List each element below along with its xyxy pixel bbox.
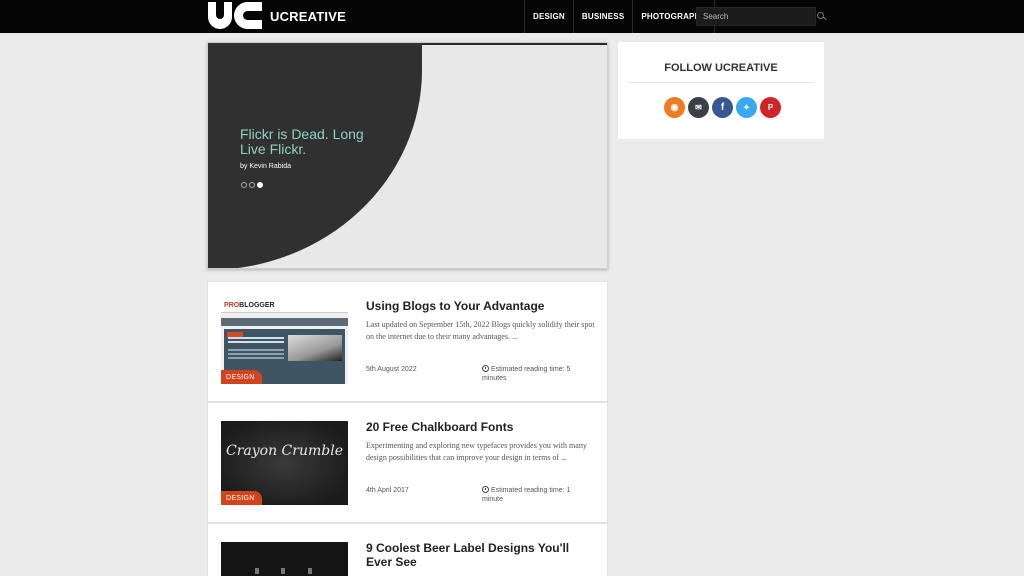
post-excerpt: Experimenting and exploring new typeface… — [366, 441, 587, 462]
ucreative-logo[interactable] — [208, 2, 262, 31]
reading-time-text: Estimated reading time: 5 minutes — [482, 366, 571, 382]
main-nav: DESIGN BUSINESS PHOTOGRAPHY — [524, 0, 716, 33]
reading-time: Estimated reading time: 5 minutes — [482, 365, 592, 383]
thumb-logo-text: PROBLOGGER — [224, 302, 275, 309]
logo-letter-c — [234, 2, 262, 29]
facebook-icon[interactable]: f — [712, 97, 733, 118]
thumb-bottle — [308, 568, 312, 574]
pinterest-icon[interactable]: P — [760, 97, 781, 118]
logo-letter-u — [208, 2, 232, 29]
slider-dot-1[interactable] — [241, 182, 247, 188]
post-title[interactable]: Using Blogs to Your Advantage — [366, 299, 596, 313]
thumb-red-tag — [227, 332, 243, 337]
post-card: PROBLOGGER DESIGN Using Blogs to Your Ad… — [207, 281, 608, 402]
search-icon[interactable] — [813, 9, 824, 25]
reading-time-text: Estimated reading time: 1 minute — [482, 487, 571, 503]
thumb-logo-pro: PRO — [224, 302, 240, 309]
category-badge[interactable]: DESIGN — [221, 491, 262, 505]
top-navigation-bar: UCREATIVE DESIGN BUSINESS PHOTOGRAPHY — [0, 0, 1024, 33]
slide-byline: by Kevin Rabida — [240, 163, 291, 170]
post-card: Crayon Crumble DESIGN 20 Free Chalkboard… — [207, 402, 608, 523]
nav-design[interactable]: DESIGN — [524, 0, 573, 33]
post-title[interactable]: 9 Coolest Beer Label Designs You'll Ever… — [366, 541, 596, 569]
clock-icon — [482, 486, 489, 493]
thumb-chalk-text: Crayon Crumble — [226, 443, 343, 459]
reading-time: Estimated reading time: 1 minute — [482, 486, 592, 504]
clock-icon — [482, 365, 489, 372]
twitter-icon[interactable]: ✦ — [736, 97, 757, 118]
slider-dot-3[interactable] — [257, 182, 263, 188]
thumb-menu-bar — [221, 318, 348, 326]
thumb-site-header: PROBLOGGER — [221, 300, 348, 313]
slide-title[interactable]: Flickr is Dead. Long Live Flickr. — [240, 127, 380, 157]
post-excerpt: Last updated on September 15th, 2022 Blo… — [366, 320, 595, 341]
search-box — [696, 7, 824, 26]
follow-title: FOLLOW UCREATIVE — [664, 62, 778, 74]
nav-business[interactable]: BUSINESS — [572, 0, 633, 33]
post-thumbnail[interactable]: PROBLOGGER DESIGN — [221, 300, 348, 384]
rss-icon[interactable]: ◉ — [664, 97, 685, 118]
social-links: ◉ ✉ f ✦ P — [664, 97, 781, 118]
follow-widget: FOLLOW UCREATIVE ◉ ✉ f ✦ P — [618, 42, 824, 139]
search-input[interactable] — [697, 12, 813, 21]
thumb-bottle — [255, 568, 259, 574]
post-date: 5th August 2022 — [366, 366, 417, 373]
follow-divider — [628, 82, 814, 83]
post-thumbnail[interactable]: Crayon Crumble DESIGN — [221, 421, 348, 505]
slider-pagination — [241, 182, 263, 188]
post-card: 9 Coolest Beer Label Designs You'll Ever… — [207, 523, 608, 576]
slider-top-edge — [422, 43, 607, 45]
brand-name[interactable]: UCREATIVE — [270, 9, 346, 24]
thumb-photo — [288, 335, 342, 361]
slider-dot-2[interactable] — [249, 182, 255, 188]
email-icon[interactable]: ✉ — [688, 97, 709, 118]
post-thumbnail[interactable] — [221, 542, 348, 576]
post-date: 4th April 2017 — [366, 487, 409, 494]
post-title[interactable]: 20 Free Chalkboard Fonts — [366, 420, 596, 434]
category-badge[interactable]: DESIGN — [221, 370, 262, 384]
featured-slider[interactable]: Flickr is Dead. Long Live Flickr. by Kev… — [207, 42, 608, 269]
thumb-text-lines — [228, 337, 284, 339]
thumb-logo-blogger: BLOGGER — [239, 302, 275, 309]
thumb-bottle — [281, 568, 285, 574]
